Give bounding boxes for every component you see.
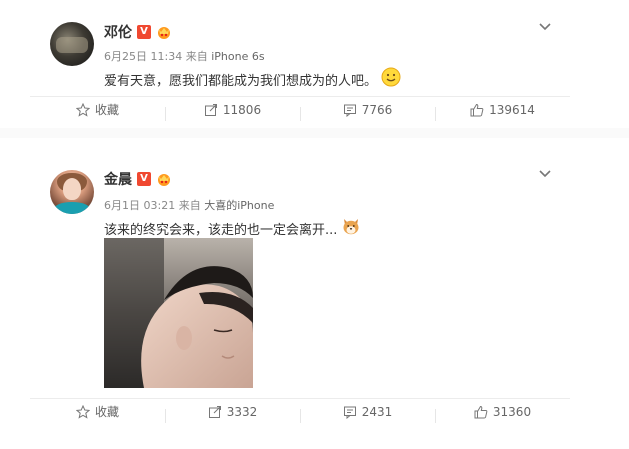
- post-source: 大喜的iPhone: [204, 199, 275, 212]
- repost-count: 3332: [226, 404, 258, 419]
- post-timestamp[interactable]: 6月25日 11:34: [104, 50, 182, 63]
- star-icon: [75, 102, 90, 117]
- avatar-image: [56, 37, 88, 53]
- repost-button[interactable]: 3332: [165, 404, 300, 423]
- avatar[interactable]: [50, 170, 94, 214]
- post-actions: 收藏 3332 2431 31360: [30, 398, 570, 424]
- like-count: 139614: [489, 102, 535, 117]
- post-text-row: 爱有天意，愿我们都能成为我们想成为的人吧。: [104, 67, 401, 91]
- favorite-button[interactable]: 收藏: [30, 403, 165, 420]
- favorite-label: 收藏: [94, 405, 119, 419]
- author-name[interactable]: 金晨: [104, 169, 132, 189]
- post-photo[interactable]: [104, 238, 253, 388]
- post-text: 该来的终究会来，该走的也一定会离开...: [104, 222, 338, 238]
- author-name[interactable]: 邓伦: [104, 22, 132, 42]
- star-icon: [75, 404, 90, 419]
- member-crown-icon: [156, 25, 172, 39]
- post-photo-image: [104, 238, 253, 388]
- post-meta: 6月1日 03:21 来自 大喜的iPhone: [104, 197, 274, 213]
- repost-button[interactable]: 11806: [165, 102, 300, 121]
- weibo-post: 邓伦 V 6月25日 11:34 来自 iPhone 6s 爱有天意，愿我们都能…: [0, 0, 629, 140]
- post-source-prefix: 来自: [178, 199, 201, 212]
- author-row: 金晨 V: [104, 169, 172, 189]
- verified-badge: V: [137, 25, 151, 39]
- post-timestamp[interactable]: 6月1日 03:21: [104, 199, 175, 212]
- like-button[interactable]: 31360: [435, 404, 570, 423]
- like-button[interactable]: 139614: [435, 102, 570, 121]
- favorite-label: 收藏: [94, 103, 119, 117]
- comment-button[interactable]: 2431: [300, 404, 435, 423]
- favorite-button[interactable]: 收藏: [30, 101, 165, 118]
- repost-icon: [208, 405, 221, 418]
- weibo-post: 金晨 V 6月1日 03:21 来自 大喜的iPhone 该来的终究会来，该走的…: [0, 150, 629, 449]
- comment-button[interactable]: 7766: [300, 102, 435, 121]
- thumbs-up-icon: [470, 103, 484, 116]
- comment-icon: [343, 406, 356, 419]
- smile-emoji-icon: [381, 67, 401, 91]
- post-source: iPhone 6s: [211, 50, 265, 63]
- repost-icon: [204, 103, 217, 116]
- avatar-clothing: [54, 202, 90, 214]
- author-row: 邓伦 V: [104, 22, 172, 42]
- post-text: 爱有天意，愿我们都能成为我们想成为的人吧。: [104, 73, 378, 89]
- avatar[interactable]: [50, 22, 94, 66]
- post-divider: [0, 128, 629, 138]
- member-crown-icon: [156, 172, 172, 186]
- comment-icon: [343, 104, 356, 117]
- chevron-down-icon[interactable]: [538, 169, 552, 179]
- post-text-row: 该来的终究会来，该走的也一定会离开...: [104, 216, 361, 240]
- comment-count: 7766: [361, 102, 393, 117]
- shiba-dog-emoji-icon: [341, 216, 361, 240]
- post-meta: 6月25日 11:34 来自 iPhone 6s: [104, 48, 265, 64]
- post-actions: 收藏 11806 7766 139614: [30, 96, 570, 122]
- verified-badge: V: [137, 172, 151, 186]
- thumbs-up-icon: [474, 405, 488, 418]
- post-source-prefix: 来自: [185, 50, 208, 63]
- avatar-face: [63, 178, 81, 200]
- chevron-down-icon[interactable]: [538, 22, 552, 32]
- repost-count: 11806: [222, 102, 262, 117]
- comment-count: 2431: [361, 404, 393, 419]
- like-count: 31360: [492, 404, 532, 419]
